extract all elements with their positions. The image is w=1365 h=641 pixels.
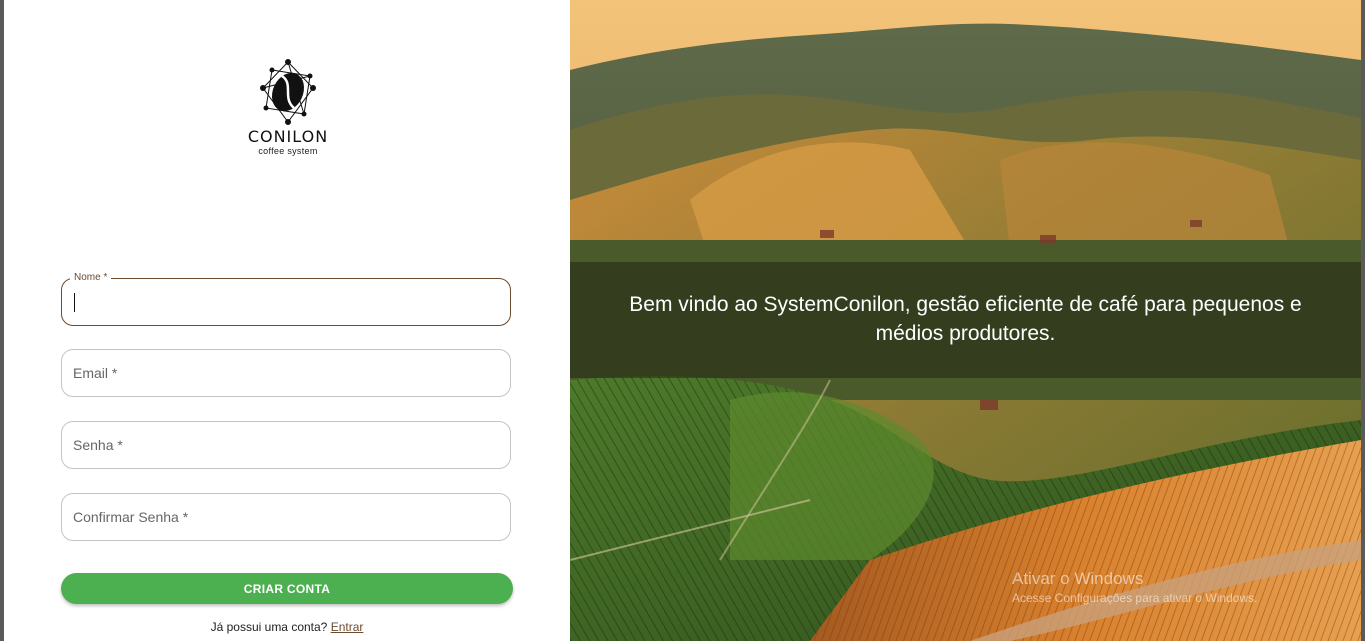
confirm-password-field-label: Confirmar Senha * <box>73 509 189 525</box>
brand-logo: CONILON coffee system <box>236 58 340 156</box>
watermark-subtitle: Acesse Configurações para ativar o Windo… <box>1012 591 1258 605</box>
name-field[interactable]: Nome * <box>61 271 511 326</box>
brand-tagline: coffee system <box>258 146 318 156</box>
password-field[interactable]: Senha * <box>61 421 511 469</box>
email-field[interactable]: Email * <box>61 349 511 397</box>
login-prompt-text: Já possui uma conta? <box>210 620 328 634</box>
password-field-label: Senha * <box>73 437 123 453</box>
login-prompt-line: Já possui uma conta? Entrar <box>61 620 513 634</box>
watermark-title: Ativar o Windows <box>1012 569 1144 588</box>
create-account-button[interactable]: CRIAR CONTA <box>61 573 513 604</box>
window-frame-right <box>1361 0 1365 641</box>
brand-name: CONILON <box>247 127 329 146</box>
windows-activation-watermark: Ativar o Windows Acesse Configurações pa… <box>1012 568 1257 606</box>
name-input[interactable] <box>73 291 493 313</box>
coffee-bean-logo-icon <box>260 59 316 125</box>
name-field-label: Nome * <box>70 271 112 285</box>
login-link[interactable]: Entrar <box>331 620 364 634</box>
hero-panel: Bem vindo ao SystemConilon, gestão efici… <box>570 0 1361 641</box>
signup-page: CONILON coffee system Nome * Email * Sen… <box>0 0 1365 641</box>
email-field-label: Email * <box>73 365 118 381</box>
confirm-password-field[interactable]: Confirmar Senha * <box>61 493 511 541</box>
welcome-message: Bem vindo ao SystemConilon, gestão efici… <box>629 293 1302 345</box>
signup-panel: CONILON coffee system Nome * Email * Sen… <box>4 0 570 641</box>
